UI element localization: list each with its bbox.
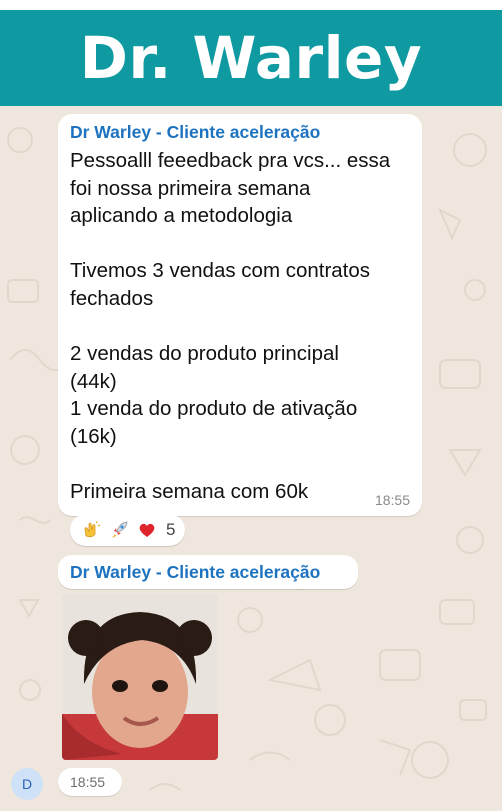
message-timestamp: 18:55 [374, 492, 410, 508]
avatar[interactable]: D [11, 768, 43, 800]
reaction-count: 5 [166, 520, 176, 539]
message-time-bubble: 18:55 [58, 768, 122, 796]
message-timestamp: 18:55 [70, 774, 106, 790]
message-bubble[interactable]: Dr Warley - Cliente aceleração Pessoalll… [58, 114, 422, 516]
message-line: (44k) [70, 369, 117, 393]
clapping-hands-emoji-icon [80, 519, 102, 541]
message-text: Pessoalll feeedback pra vcs... essa foi … [70, 147, 415, 506]
message-line: fechados [70, 286, 154, 310]
rocket-emoji-icon [108, 519, 130, 541]
message-line: Primeira semana com 60k [70, 480, 309, 504]
message-line: Tivemos 3 vendas com contratos [70, 259, 371, 283]
header-banner: Dr. Warley [0, 10, 502, 106]
message-line: 2 vendas do produto principal [70, 342, 339, 366]
red-heart-emoji-icon [136, 519, 158, 541]
sender-name[interactable]: Dr Warley - Cliente aceleração [70, 562, 320, 582]
top-strip [0, 0, 502, 10]
message-line: (16k) [70, 424, 117, 448]
message-bubble-header[interactable]: Dr Warley - Cliente aceleração [58, 555, 358, 589]
sender-name[interactable]: Dr Warley - Cliente aceleração [70, 122, 320, 142]
reactions-bar[interactable]: 5 [70, 514, 186, 546]
message-line: 1 venda do produto de ativação [70, 397, 358, 421]
header-title: Dr. Warley [79, 24, 423, 92]
child-photo[interactable] [62, 594, 218, 760]
message-line: foi nossa primeira semana [70, 176, 311, 200]
message-line: Pessoalll feeedback pra vcs... essa [70, 149, 391, 172]
message-line: aplicando a metodologia [70, 204, 293, 228]
